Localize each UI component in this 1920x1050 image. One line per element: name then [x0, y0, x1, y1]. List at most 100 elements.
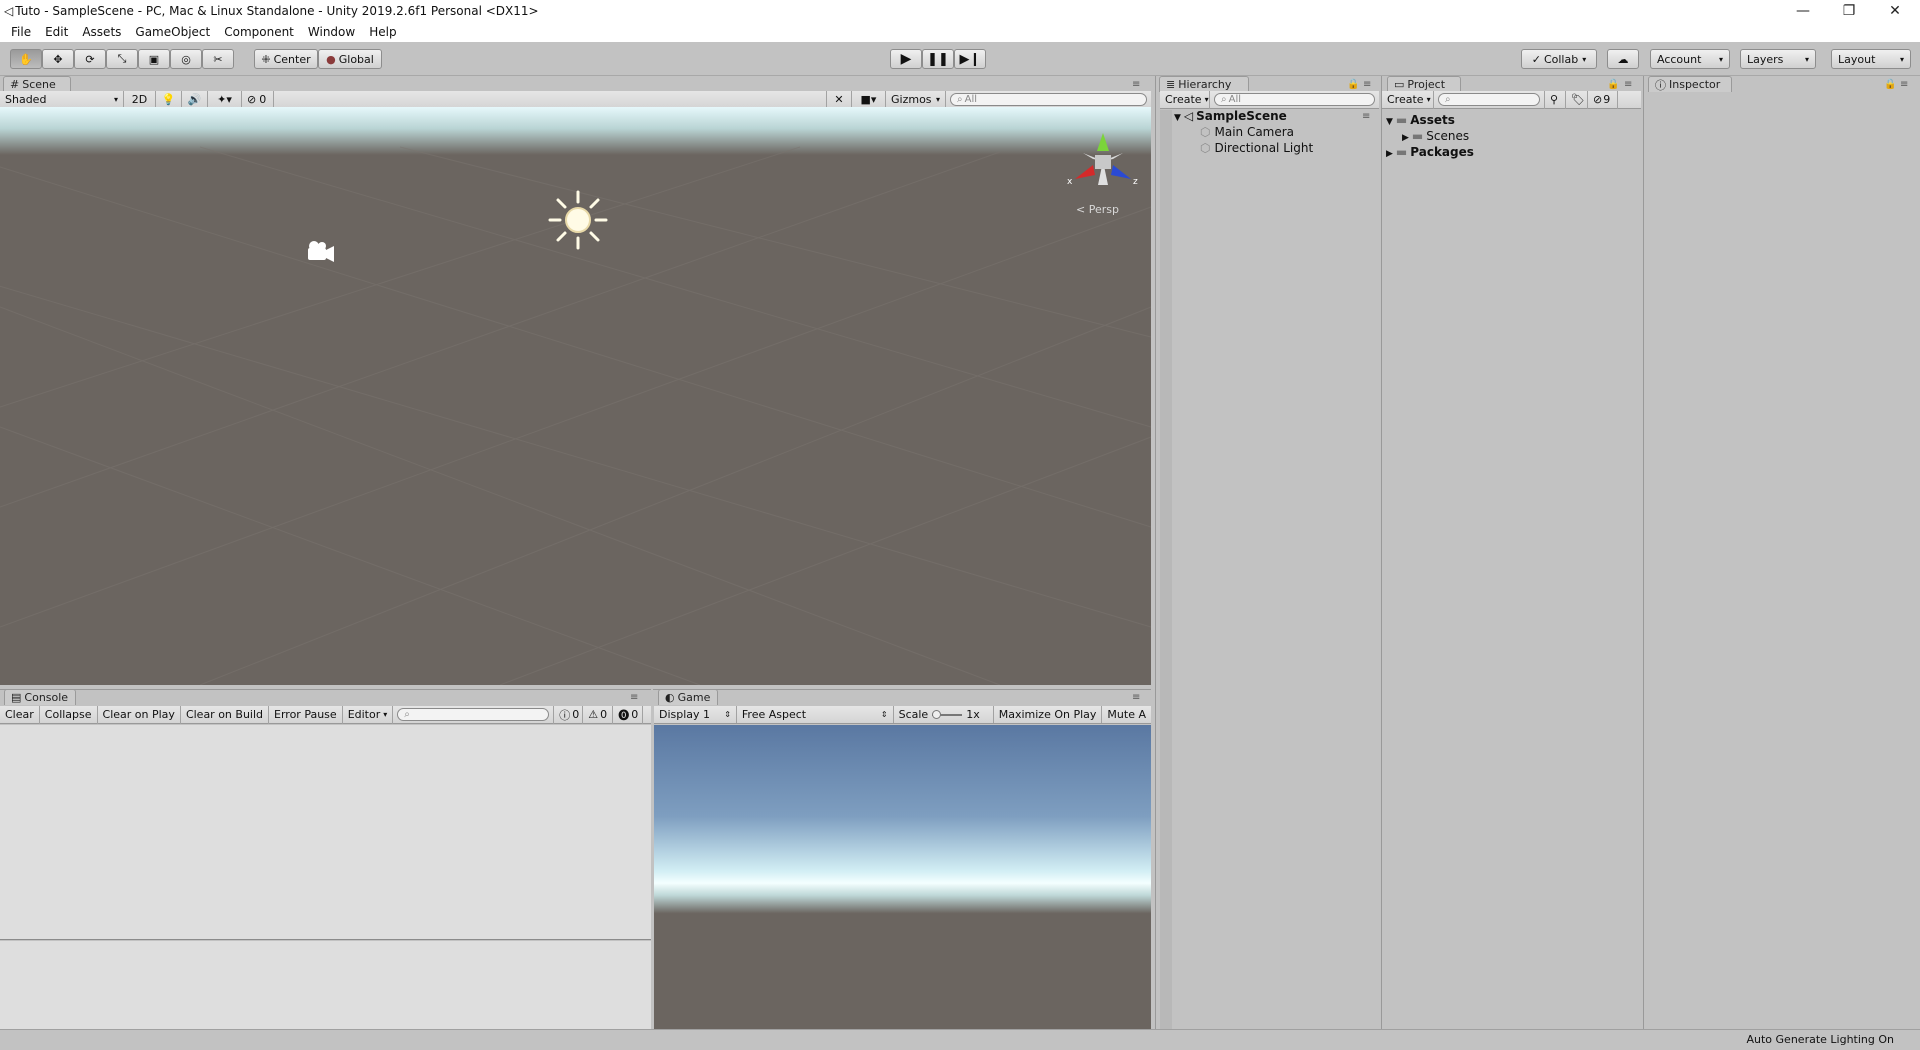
gizmos-dropdown[interactable]: Gizmos ▾	[886, 90, 946, 109]
menu-edit[interactable]: Edit	[38, 25, 75, 39]
dropdown-arrow-icon: ▾	[1426, 95, 1431, 104]
filter-type-icon[interactable]: ⚲	[1544, 90, 1566, 109]
space-global-button[interactable]: ● Global	[318, 49, 382, 69]
directional-light-icon[interactable]	[548, 190, 608, 250]
inspector-tab-label: Inspector	[1669, 78, 1721, 91]
gameobject-cube-icon: ⬡	[1200, 125, 1211, 139]
effects-toggle-icon[interactable]: ✦▾	[208, 90, 242, 109]
project-tree-packages[interactable]: ▶ ▬ Packages	[1386, 145, 1474, 159]
lock-icon[interactable]: 🔒	[1347, 79, 1359, 90]
project-tree-scenes[interactable]: ▶ ▬ Scenes	[1402, 129, 1469, 143]
account-dropdown[interactable]: Account ▾	[1650, 49, 1730, 69]
pivot-label: Center	[273, 52, 311, 66]
scene-root-item[interactable]: ▼ ◁ SampleScene	[1174, 109, 1287, 123]
hierarchy-create-dropdown[interactable]: Create ▾	[1160, 90, 1210, 109]
pause-button[interactable]: ❚❚	[922, 49, 954, 69]
panel-menu-icon[interactable]: ≡	[1900, 79, 1908, 90]
menu-assets[interactable]: Assets	[75, 25, 128, 39]
camera-settings-icon[interactable]: ■▾	[852, 90, 886, 109]
move-tool-icon[interactable]: ✥	[42, 49, 74, 69]
filter-label-icon[interactable]: 🏷	[1566, 90, 1588, 109]
menu-help[interactable]: Help	[362, 25, 403, 39]
menu-file[interactable]: File	[4, 25, 38, 39]
aspect-dropdown[interactable]: Free Aspect ⇕	[737, 706, 894, 723]
console-collapse-button[interactable]: Collapse	[40, 705, 98, 724]
console-error-toggle[interactable]: ⓿0	[613, 705, 644, 724]
scene-viewport[interactable]: x z < Persp	[0, 107, 1151, 685]
menu-window[interactable]: Window	[301, 25, 362, 39]
collab-button[interactable]: ✓ Collab ▾	[1521, 49, 1597, 69]
hierarchy-search-input[interactable]: ⌕ All	[1214, 93, 1375, 106]
panel-menu-icon[interactable]: ≡	[1624, 79, 1632, 90]
scale-slider-thumb[interactable]	[932, 709, 942, 719]
panel-menu-icon[interactable]: ≡	[630, 692, 638, 703]
minimize-button[interactable]: —	[1780, 0, 1826, 22]
info-icon: ⓘ	[559, 708, 571, 722]
menu-gameobject[interactable]: GameObject	[128, 25, 217, 39]
lock-icon[interactable]: 🔒	[1607, 79, 1619, 90]
rect-tool-icon[interactable]: ▣	[138, 49, 170, 69]
camera-gizmo-icon[interactable]	[308, 241, 334, 262]
console-info-toggle[interactable]: ⓘ 0	[553, 705, 584, 724]
transform-tool-icon[interactable]: ◎	[170, 49, 202, 69]
mute-audio-toggle[interactable]: Mute A	[1102, 706, 1151, 723]
panel-menu-icon[interactable]: ≡	[1363, 79, 1371, 90]
maximize-button[interactable]: ❐	[1826, 0, 1872, 22]
shading-dropdown[interactable]: Shaded ▾	[0, 90, 124, 109]
project-tree-assets[interactable]: ▼ ▬ Assets	[1386, 113, 1455, 127]
layers-dropdown[interactable]: Layers ▾	[1740, 49, 1816, 69]
hierarchy-item-directional-light[interactable]: ⬡ Directional Light	[1200, 141, 1313, 155]
play-button[interactable]: ▶	[890, 49, 922, 69]
lighting-toggle-icon[interactable]: 💡	[156, 90, 182, 109]
console-editor-dropdown[interactable]: Editor ▾	[343, 705, 394, 724]
cloud-button[interactable]: ☁	[1607, 49, 1639, 69]
panel-menu-icon[interactable]: ≡	[1132, 79, 1140, 90]
hand-tool-icon[interactable]: ✋	[10, 49, 42, 69]
scene-sky	[0, 107, 1151, 155]
console-clear-button[interactable]: Clear	[0, 705, 40, 724]
projection-persp-label[interactable]: < Persp	[1076, 203, 1119, 216]
eye-slash-icon: ⊘	[247, 93, 257, 106]
audio-toggle-icon[interactable]: 🔊	[182, 90, 208, 109]
display-dropdown[interactable]: Display 1 ⇕	[654, 706, 737, 723]
tab-console[interactable]: ▤ Console	[4, 689, 76, 705]
project-search-input[interactable]: ⌕	[1438, 93, 1540, 106]
layout-dropdown[interactable]: Layout ▾	[1831, 49, 1911, 69]
console-log-list[interactable]	[0, 725, 651, 940]
layout-label: Layout	[1838, 52, 1876, 66]
lighting-status-text: Auto Generate Lighting On	[1746, 1033, 1895, 1046]
axis-z-label: z	[1133, 177, 1138, 187]
collapse-arrow-icon: ▶	[1402, 133, 1409, 143]
project-create-dropdown[interactable]: Create ▾	[1382, 90, 1434, 109]
cloud-icon: ☁	[1617, 52, 1629, 66]
step-button[interactable]: ▶❙	[954, 49, 986, 69]
game-view[interactable]	[654, 725, 1151, 1029]
console-clear-on-build-button[interactable]: Clear on Build	[181, 705, 270, 724]
hierarchy-item-main-camera[interactable]: ⬡ Main Camera	[1200, 125, 1294, 139]
tools-icon[interactable]: ✕	[826, 90, 852, 109]
panel-menu-icon[interactable]: ≡	[1132, 692, 1140, 703]
rotate-tool-icon[interactable]: ⟳	[74, 49, 106, 69]
hierarchy-item-label: Directional Light	[1214, 141, 1314, 155]
console-clear-on-play-button[interactable]: Clear on Play	[98, 705, 181, 724]
lock-icon[interactable]: 🔒	[1884, 79, 1896, 90]
scene-menu-icon[interactable]: ≡	[1362, 111, 1370, 122]
close-button[interactable]: ✕	[1872, 0, 1918, 22]
collab-label: Collab	[1543, 52, 1579, 66]
tab-inspector[interactable]: ⓘ Inspector	[1648, 76, 1732, 92]
2d-toggle[interactable]: 2D	[124, 90, 156, 109]
hidden-objects-toggle[interactable]: ⊘ 0	[242, 90, 274, 109]
pivot-center-button[interactable]: ⁜ Center	[254, 49, 318, 69]
console-warning-toggle[interactable]: ⚠ 0	[583, 705, 614, 724]
menu-component[interactable]: Component	[217, 25, 301, 39]
scale-tool-icon[interactable]: ⤡	[106, 49, 138, 69]
scene-search-input[interactable]: ⌕ All	[950, 93, 1147, 106]
hidden-packages-toggle[interactable]: ⊘ 9	[1588, 90, 1618, 109]
console-detail-area[interactable]	[0, 941, 651, 1029]
console-search-input[interactable]: ⌕	[397, 708, 550, 721]
tab-game[interactable]: ◐ Game	[658, 689, 718, 705]
custom-tool-icon[interactable]: ✂	[202, 49, 234, 69]
scale-slider[interactable]	[932, 709, 963, 719]
maximize-on-play-toggle[interactable]: Maximize On Play	[994, 706, 1103, 723]
console-error-pause-button[interactable]: Error Pause	[269, 705, 343, 724]
